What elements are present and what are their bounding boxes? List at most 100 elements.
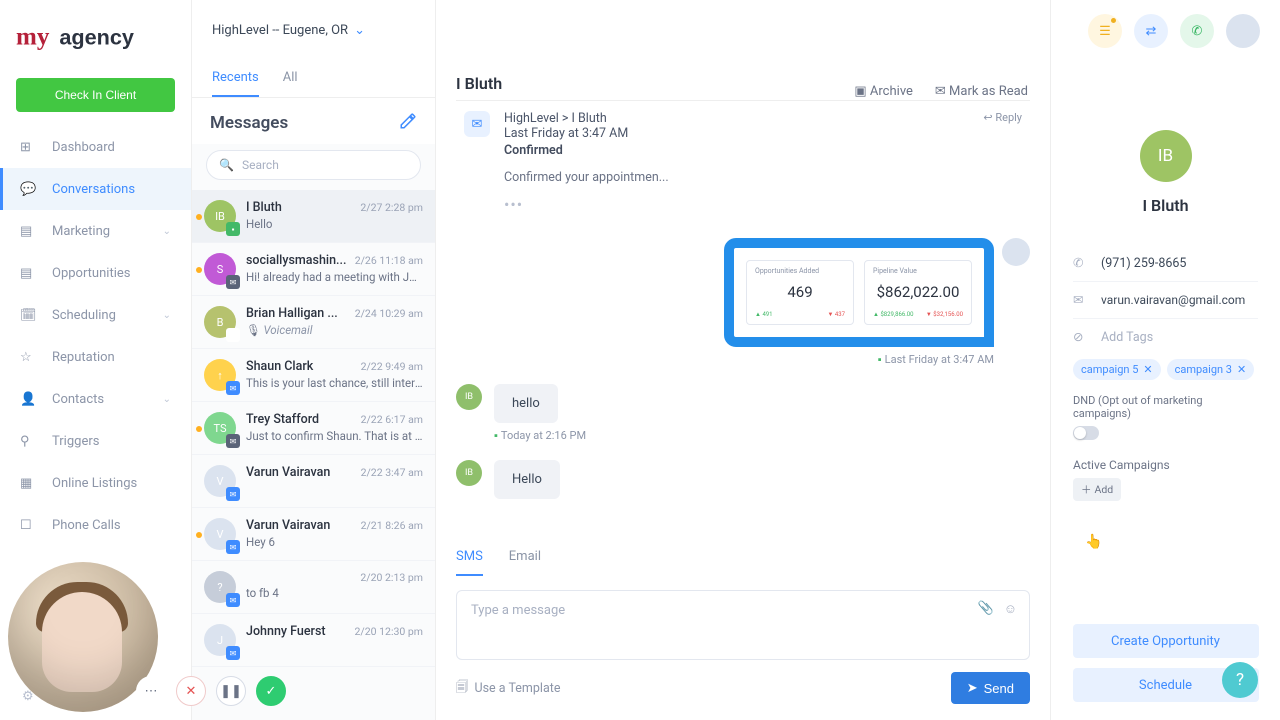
message-bubble[interactable]: hello: [494, 384, 558, 423]
nav-opportunities[interactable]: ▤Opportunities: [0, 252, 191, 294]
tab-all[interactable]: All: [283, 60, 298, 97]
marketing-icon: ▤: [20, 224, 38, 239]
conversation-snippet: Just to confirm Shaun. That is at 8:...: [246, 429, 423, 443]
contact-phone-row[interactable]: ✆ (971) 259-8665: [1073, 245, 1258, 282]
nav-phone-calls[interactable]: ☐Phone Calls: [0, 504, 191, 546]
dnd-toggle[interactable]: [1073, 426, 1099, 440]
email-subject: Confirmed: [504, 143, 969, 158]
message-placeholder: Type a message: [471, 603, 565, 618]
tags-list: campaign 5✕ campaign 3✕: [1073, 359, 1258, 380]
envelope-icon: ✉: [1073, 292, 1089, 308]
email-message[interactable]: ✉ HighLevel > I Bluth Last Friday at 3:4…: [456, 100, 1030, 224]
conversation-item[interactable]: V✉Varun Vairavan2/21 8:26 amHey 6: [192, 508, 435, 561]
use-template-button[interactable]: 🗐 Use a Template: [456, 678, 560, 699]
search-input[interactable]: 🔍 Search: [206, 150, 421, 180]
mark-read-button[interactable]: ✉ Mark as Read: [935, 84, 1028, 99]
chat-icon: 💬: [20, 182, 38, 197]
chevron-down-icon: ⌄: [354, 23, 365, 38]
stats-card[interactable]: Opportunities Added 469 ▲ 491▼ 437 Pipel…: [724, 238, 994, 347]
search-icon: 🔍: [219, 158, 234, 172]
create-opportunity-button[interactable]: Create Opportunity: [1073, 624, 1259, 658]
nav-online-listings[interactable]: ▦Online Listings: [0, 462, 191, 504]
contact-phone: (971) 259-8665: [1101, 256, 1186, 271]
reply-button[interactable]: ↩ Reply: [983, 111, 1022, 124]
conversation-item[interactable]: V✉Varun Vairavan2/22 3:47 am: [192, 455, 435, 508]
email-time: Last Friday at 3:47 AM: [504, 126, 969, 141]
more-icon[interactable]: ⋯: [136, 676, 166, 706]
tab-email[interactable]: Email: [509, 539, 541, 576]
conversation-name: Varun Vairavan: [246, 465, 330, 480]
nav-conversations[interactable]: 💬Conversations: [0, 168, 191, 210]
add-tags-row[interactable]: ⊘ Add Tags: [1073, 319, 1258, 355]
unread-dot: [196, 267, 202, 273]
unread-dot: [196, 426, 202, 432]
conversation-item[interactable]: ↑✉Shaun Clark2/22 9:49 amThis is your la…: [192, 349, 435, 402]
check-in-client-button[interactable]: Check In Client: [16, 78, 175, 112]
unread-dot: [196, 532, 202, 538]
channel-badge-icon: ▪: [226, 222, 240, 236]
channel-badge-icon: ✉: [226, 646, 240, 660]
conversation-item[interactable]: ?✉2/20 2:13 pmto fb 4: [192, 561, 435, 614]
add-campaign-button[interactable]: ＋Add: [1073, 478, 1121, 501]
channel-badge-icon: ✉: [226, 540, 240, 554]
emoji-icon[interactable]: ☺: [1004, 601, 1017, 617]
dashboard-icon: ⊞: [20, 140, 38, 155]
conversation-item[interactable]: B🎙Brian Halligan ...2/24 10:29 am🎙 Voice…: [192, 296, 435, 349]
message-input[interactable]: Type a message 📎 ☺: [456, 590, 1030, 660]
contact-email-row[interactable]: ✉ varun.vairavan@gmail.com: [1073, 282, 1258, 319]
tag-chip[interactable]: campaign 5✕: [1073, 359, 1161, 380]
conversation-item[interactable]: IB▪I Bluth2/27 2:28 pmHello: [192, 190, 435, 243]
contact-name: I Bluth: [1073, 196, 1258, 215]
conversation-snippet: Hey 6: [246, 535, 423, 549]
expand-icon[interactable]: •••: [504, 195, 969, 214]
nav-scheduling[interactable]: 🗓Scheduling⌄: [0, 294, 191, 336]
contact-avatar: IB: [1140, 130, 1192, 182]
tab-recents[interactable]: Recents: [212, 60, 259, 97]
attachment-icon[interactable]: 📎: [978, 601, 994, 617]
pause-icon[interactable]: ❚❚: [216, 676, 246, 706]
nav-dashboard[interactable]: ⊞Dashboard: [0, 126, 191, 168]
remove-tag-icon[interactable]: ✕: [1143, 363, 1152, 376]
conversation-item[interactable]: S✉sociallysmashin...2/26 11:18 amHi! alr…: [192, 243, 435, 296]
triggers-icon: ⚲: [20, 434, 38, 449]
tab-sms[interactable]: SMS: [456, 539, 483, 576]
conversation-time: 2/20 12:30 pm: [355, 625, 424, 638]
close-icon[interactable]: ✕: [176, 676, 206, 706]
logo: myagency: [0, 0, 191, 68]
message-bubble[interactable]: Hello: [494, 460, 560, 499]
svg-text:agency: agency: [59, 25, 134, 50]
location-selector[interactable]: HighLevel -- Eugene, OR ⌄: [192, 0, 435, 60]
unread-dot: [196, 214, 202, 220]
nav-triggers[interactable]: ⚲Triggers: [0, 420, 191, 462]
avatar: B🎙: [204, 306, 236, 338]
conversation-time: 2/22 3:47 am: [361, 466, 423, 479]
compose-tabs: SMS Email: [436, 539, 1050, 576]
messages-heading: Messages: [210, 113, 288, 133]
conversation-item[interactable]: TS✉Trey Stafford2/22 6:17 amJust to conf…: [192, 402, 435, 455]
conversation-tabs: Recents All: [192, 60, 435, 98]
nav-contacts[interactable]: 👤Contacts⌄: [0, 378, 191, 420]
star-icon: ☆: [20, 350, 38, 365]
video-controls: ⋯ ✕ ❚❚ ✓: [136, 676, 286, 706]
avatar: S✉: [204, 253, 236, 285]
check-icon[interactable]: ✓: [256, 676, 286, 706]
avatar: ↑✉: [204, 359, 236, 391]
phone-icon: ☐: [20, 518, 38, 533]
conversation-time: 2/21 8:26 am: [361, 519, 423, 532]
conversation-time: 2/22 9:49 am: [361, 360, 423, 373]
compose-icon[interactable]: [399, 112, 417, 134]
avatar: ?✉: [204, 571, 236, 603]
help-button[interactable]: ?: [1222, 662, 1258, 698]
remove-tag-icon[interactable]: ✕: [1237, 363, 1246, 376]
nav-marketing[interactable]: ▤Marketing⌄: [0, 210, 191, 252]
nav-reputation[interactable]: ☆Reputation: [0, 336, 191, 378]
opportunities-icon: ▤: [20, 266, 38, 281]
send-button[interactable]: ➤ Send: [951, 672, 1030, 704]
tag-chip[interactable]: campaign 3✕: [1167, 359, 1255, 380]
channel-badge-icon: ✉: [226, 275, 240, 289]
archive-button[interactable]: ▣ Archive: [854, 84, 913, 99]
thread-actions: ▣ Archive ✉ Mark as Read: [854, 84, 1028, 99]
conversation-snippet: to fb 4: [246, 586, 423, 600]
conversation-item[interactable]: J✉Johnny Fuerst2/20 12:30 pm: [192, 614, 435, 667]
chevron-down-icon: ⌄: [163, 310, 171, 321]
